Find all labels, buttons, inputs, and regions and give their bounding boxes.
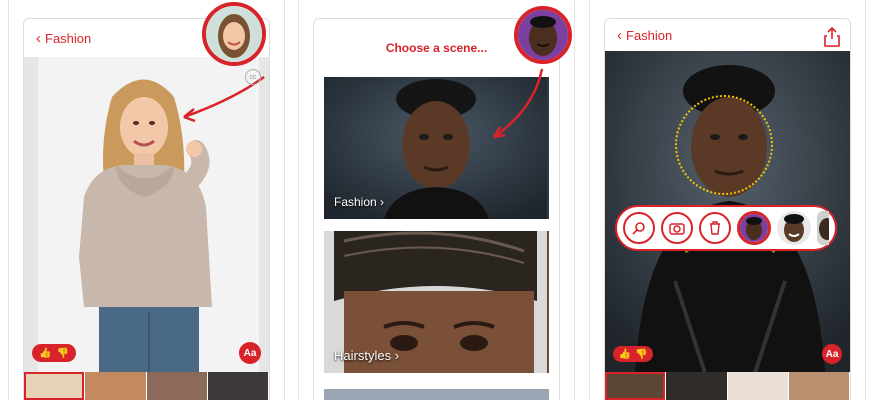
font-button[interactable]: Aa xyxy=(822,344,842,364)
thumbs-up-icon: 👍 xyxy=(39,347,52,359)
like-dislike-button[interactable]: 👍 👎 xyxy=(32,344,76,362)
chevron-left-icon: ‹ xyxy=(36,30,41,47)
scene-thumbnail[interactable] xyxy=(727,372,789,400)
scene-thumbnail-strip xyxy=(24,372,269,400)
back-button[interactable]: ‹ Fashion xyxy=(36,31,91,46)
thumbs-down-icon: 👎 xyxy=(56,347,69,359)
camera-button[interactable] xyxy=(661,212,693,244)
scene-thumbnail[interactable] xyxy=(146,372,208,400)
face-detection-circle[interactable] xyxy=(675,95,773,195)
back-label: Fashion xyxy=(45,31,92,46)
phone-screen-1: ‹ Fashion cc 👍 👎 Aa xyxy=(8,0,285,400)
phone-screen-3: ‹ Fashion 👍 👎 Aa xyxy=(589,0,866,400)
chevron-right-icon: › xyxy=(380,195,385,209)
trash-icon xyxy=(710,221,720,235)
scene-thumbnail[interactable] xyxy=(605,372,667,400)
app-frame-3: ‹ Fashion 👍 👎 Aa xyxy=(604,18,851,400)
scene-thumbnail[interactable] xyxy=(788,372,850,400)
cc-icon[interactable]: cc xyxy=(245,69,261,85)
scene-card-hairstyles[interactable]: Hairstyles › xyxy=(324,231,549,373)
back-label: Fashion xyxy=(626,28,673,43)
navbar: ‹ Fashion xyxy=(605,19,850,52)
scene-thumbnail[interactable] xyxy=(207,372,269,400)
user-avatar[interactable] xyxy=(514,6,572,64)
arrow-connector xyxy=(492,68,544,139)
scene-thumbnail-strip xyxy=(605,372,850,400)
face-option[interactable] xyxy=(777,211,811,245)
thumbs-up-icon: 👍 xyxy=(618,348,631,360)
chevron-right-icon: › xyxy=(394,348,400,363)
back-button[interactable]: ‹ Fashion xyxy=(617,28,672,43)
delete-button[interactable] xyxy=(699,212,731,244)
font-button[interactable]: Aa xyxy=(239,342,261,364)
phone-screen-2: Choose a scene... Fashion › Hairstyles › xyxy=(298,0,575,400)
share-icon[interactable] xyxy=(824,27,840,47)
like-dislike-button[interactable]: 👍 👎 xyxy=(613,346,653,362)
camera-icon xyxy=(669,223,685,235)
face-option-selected[interactable] xyxy=(737,211,771,245)
search-icon xyxy=(632,222,645,235)
scene-label-fashion: Fashion › xyxy=(334,195,385,209)
face-option[interactable] xyxy=(817,211,829,245)
scene-label-hairstyles: Hairstyles › xyxy=(334,348,400,363)
scene-thumbnail[interactable] xyxy=(85,372,147,400)
scene-thumbnail[interactable] xyxy=(666,372,728,400)
app-frame-1: ‹ Fashion cc 👍 👎 Aa xyxy=(23,18,270,400)
app-frame-2: Choose a scene... Fashion › Hairstyles › xyxy=(313,18,560,400)
scene-thumbnail[interactable] xyxy=(24,372,86,400)
search-button[interactable] xyxy=(623,212,655,244)
scene-card-next[interactable] xyxy=(324,389,549,400)
face-toolbar xyxy=(615,205,837,251)
thumbs-down-icon: 👎 xyxy=(635,348,648,360)
chevron-left-icon: ‹ xyxy=(617,27,622,44)
user-avatar[interactable] xyxy=(202,2,266,66)
